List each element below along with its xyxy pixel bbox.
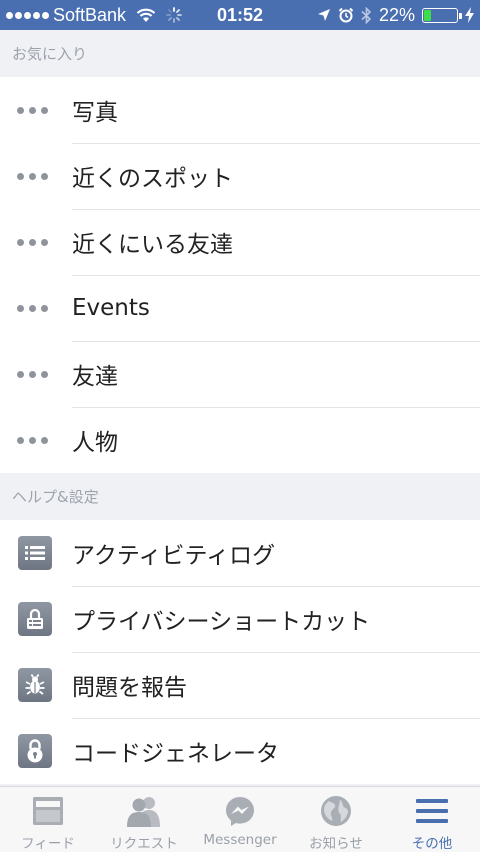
settings-item-label: コードジェネレータ (72, 718, 480, 784)
favorites-list: 写真 近くのスポット 近くにいる友達 Events 友達 人物 (0, 77, 480, 473)
bug-icon (18, 668, 52, 702)
messenger-icon (224, 795, 256, 827)
status-bar: SoftBank 01:52 22% (0, 0, 480, 30)
signal-strength-icon (6, 11, 49, 19)
favorite-item-photos[interactable]: 写真 (0, 77, 480, 143)
tab-label: フィード (21, 836, 75, 852)
wifi-icon (136, 8, 156, 22)
tab-more[interactable]: その他 (384, 787, 480, 852)
more-dots-icon (0, 143, 72, 209)
tab-label: その他 (411, 836, 453, 852)
settings-item-activity-log[interactable]: アクティビティログ (0, 520, 480, 586)
carrier-name: SoftBank (53, 4, 127, 25)
tab-bar: フィード リクエスト Messenger お知らせ その他 (0, 786, 480, 852)
settings-item-code-generator[interactable]: コードジェネレータ (0, 718, 480, 784)
battery-percentage: 22% (378, 4, 415, 25)
more-dots-icon (0, 341, 72, 407)
battery-level-fill (424, 9, 432, 21)
favorite-item-nearby-friends[interactable]: 近くにいる友達 (0, 209, 480, 275)
more-dots-icon (0, 407, 72, 473)
favorite-item-friends[interactable]: 友達 (0, 341, 480, 407)
friend-requests-icon (125, 795, 163, 827)
favorite-item-label: Events (72, 275, 480, 341)
help-settings-list: アクティビティログ プライバシーショートカット 問題を報告 コードジェネレータ (0, 520, 480, 784)
more-dots-icon (0, 275, 72, 341)
favorite-item-label: 近くのスポット (72, 143, 480, 209)
privacy-lock-icon (18, 602, 52, 636)
help-settings-section-header: ヘルプ&設定 (0, 473, 480, 520)
favorite-item-label: 人物 (72, 407, 480, 473)
favorite-item-events[interactable]: Events (0, 275, 480, 341)
tab-label: リクエスト (110, 836, 178, 852)
help-settings-header-label: ヘルプ&設定 (12, 488, 99, 506)
tab-label: Messenger (203, 832, 277, 848)
battery-icon (422, 7, 462, 23)
alarm-clock-icon (338, 7, 354, 23)
settings-item-report-problem[interactable]: 問題を報告 (0, 652, 480, 718)
settings-item-privacy-shortcuts[interactable]: プライバシーショートカット (0, 586, 480, 652)
favorite-item-label: 近くにいる友達 (72, 209, 480, 275)
favorite-item-label: 友達 (72, 341, 480, 407)
more-dots-icon (0, 209, 72, 275)
favorite-item-nearby-places[interactable]: 近くのスポット (0, 143, 480, 209)
notifications-globe-icon (320, 795, 352, 827)
tab-label: お知らせ (309, 836, 363, 852)
favorites-header-label: お気に入り (12, 45, 88, 63)
more-dots-icon (0, 77, 72, 143)
settings-item-label: プライバシーショートカット (72, 586, 480, 652)
charging-bolt-icon (465, 7, 474, 23)
favorite-item-label: 写真 (72, 100, 118, 126)
settings-item-label: 問題を報告 (72, 652, 480, 718)
favorite-item-people[interactable]: 人物 (0, 407, 480, 473)
tab-news-feed[interactable]: フィード (0, 787, 96, 852)
tab-notifications[interactable]: お知らせ (288, 787, 384, 852)
code-generator-lock-icon (18, 734, 52, 768)
settings-item-label: アクティビティログ (72, 543, 276, 569)
more-menu-icon (415, 795, 449, 827)
tab-messenger[interactable]: Messenger (192, 787, 288, 852)
news-feed-icon (32, 795, 64, 827)
tab-friend-requests[interactable]: リクエスト (96, 787, 192, 852)
activity-log-icon (18, 536, 52, 570)
favorites-section-header: お気に入り (0, 30, 480, 77)
activity-spinner-icon (166, 7, 182, 23)
bluetooth-icon (361, 6, 372, 24)
location-arrow-icon (317, 9, 330, 21)
